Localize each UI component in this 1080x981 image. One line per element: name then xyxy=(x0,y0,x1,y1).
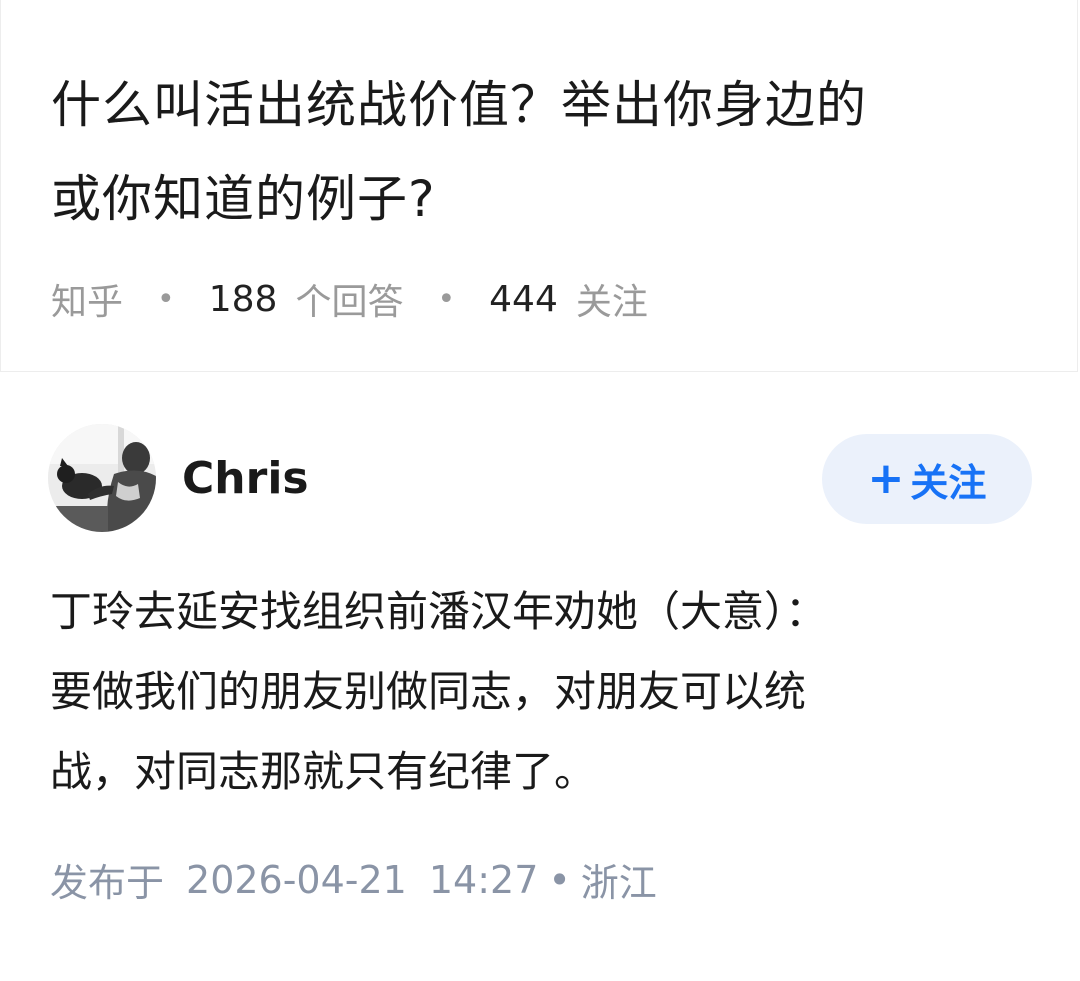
answers-label: 个回答 xyxy=(295,282,404,323)
answer-content[interactable]: 丁玲去延安找组织前潘汉年劝她（大意）： 要做我们的朋友别做同志，对朋友可以统 战… xyxy=(50,572,1040,812)
answer-footer: 发布于 2026-04-21 14:27 • 浙江 xyxy=(50,852,657,907)
publish-time: 14:27 xyxy=(428,857,539,902)
question-title-line-2: 或你知道的例子? xyxy=(51,170,436,228)
meta-separator-dot: • xyxy=(437,281,456,317)
source-label: 知乎 xyxy=(51,282,124,323)
follow-count: 444 xyxy=(489,278,558,320)
publish-location: 浙江 xyxy=(580,861,657,905)
author-name[interactable]: Chris xyxy=(182,452,309,506)
question-title-line-1: 什么叫活出统战价值？举出你身边的 xyxy=(51,76,867,134)
publish-date: 2026-04-21 xyxy=(186,857,407,902)
answer-content-line: 丁玲去延安找组织前潘汉年劝她（大意）： xyxy=(50,587,828,636)
footer-separator-dot: • xyxy=(548,857,571,902)
published-label: 发布于 xyxy=(50,861,165,905)
avatar-photo-image xyxy=(48,424,156,532)
follow-button[interactable]: + 关注 xyxy=(822,434,1032,524)
answer-content-line: 战，对同志那就只有纪律了。 xyxy=(50,747,597,796)
page: 什么叫活出统战价值？举出你身边的 或你知道的例子? 知乎 • 188 个回答 •… xyxy=(0,0,1080,981)
answer-item: Chris + 关注 丁玲去延安找组织前潘汉年劝她（大意）： 要做我们的朋友别做… xyxy=(0,372,1080,981)
question-meta: 知乎 • 188 个回答 • 444 关注 xyxy=(51,274,648,324)
question-card[interactable]: 什么叫活出统战价值？举出你身边的 或你知道的例子? 知乎 • 188 个回答 •… xyxy=(0,0,1078,372)
answer-content-line: 要做我们的朋友别做同志，对朋友可以统 xyxy=(50,667,807,716)
answers-count: 188 xyxy=(208,278,278,320)
follow-count-label: 关注 xyxy=(575,282,648,323)
plus-icon: + xyxy=(867,453,905,504)
meta-separator-dot: • xyxy=(157,281,175,317)
question-title[interactable]: 什么叫活出统战价值？举出你身边的 或你知道的例子? xyxy=(51,58,1041,246)
avatar[interactable] xyxy=(48,424,156,532)
follow-button-label: 关注 xyxy=(910,460,987,505)
